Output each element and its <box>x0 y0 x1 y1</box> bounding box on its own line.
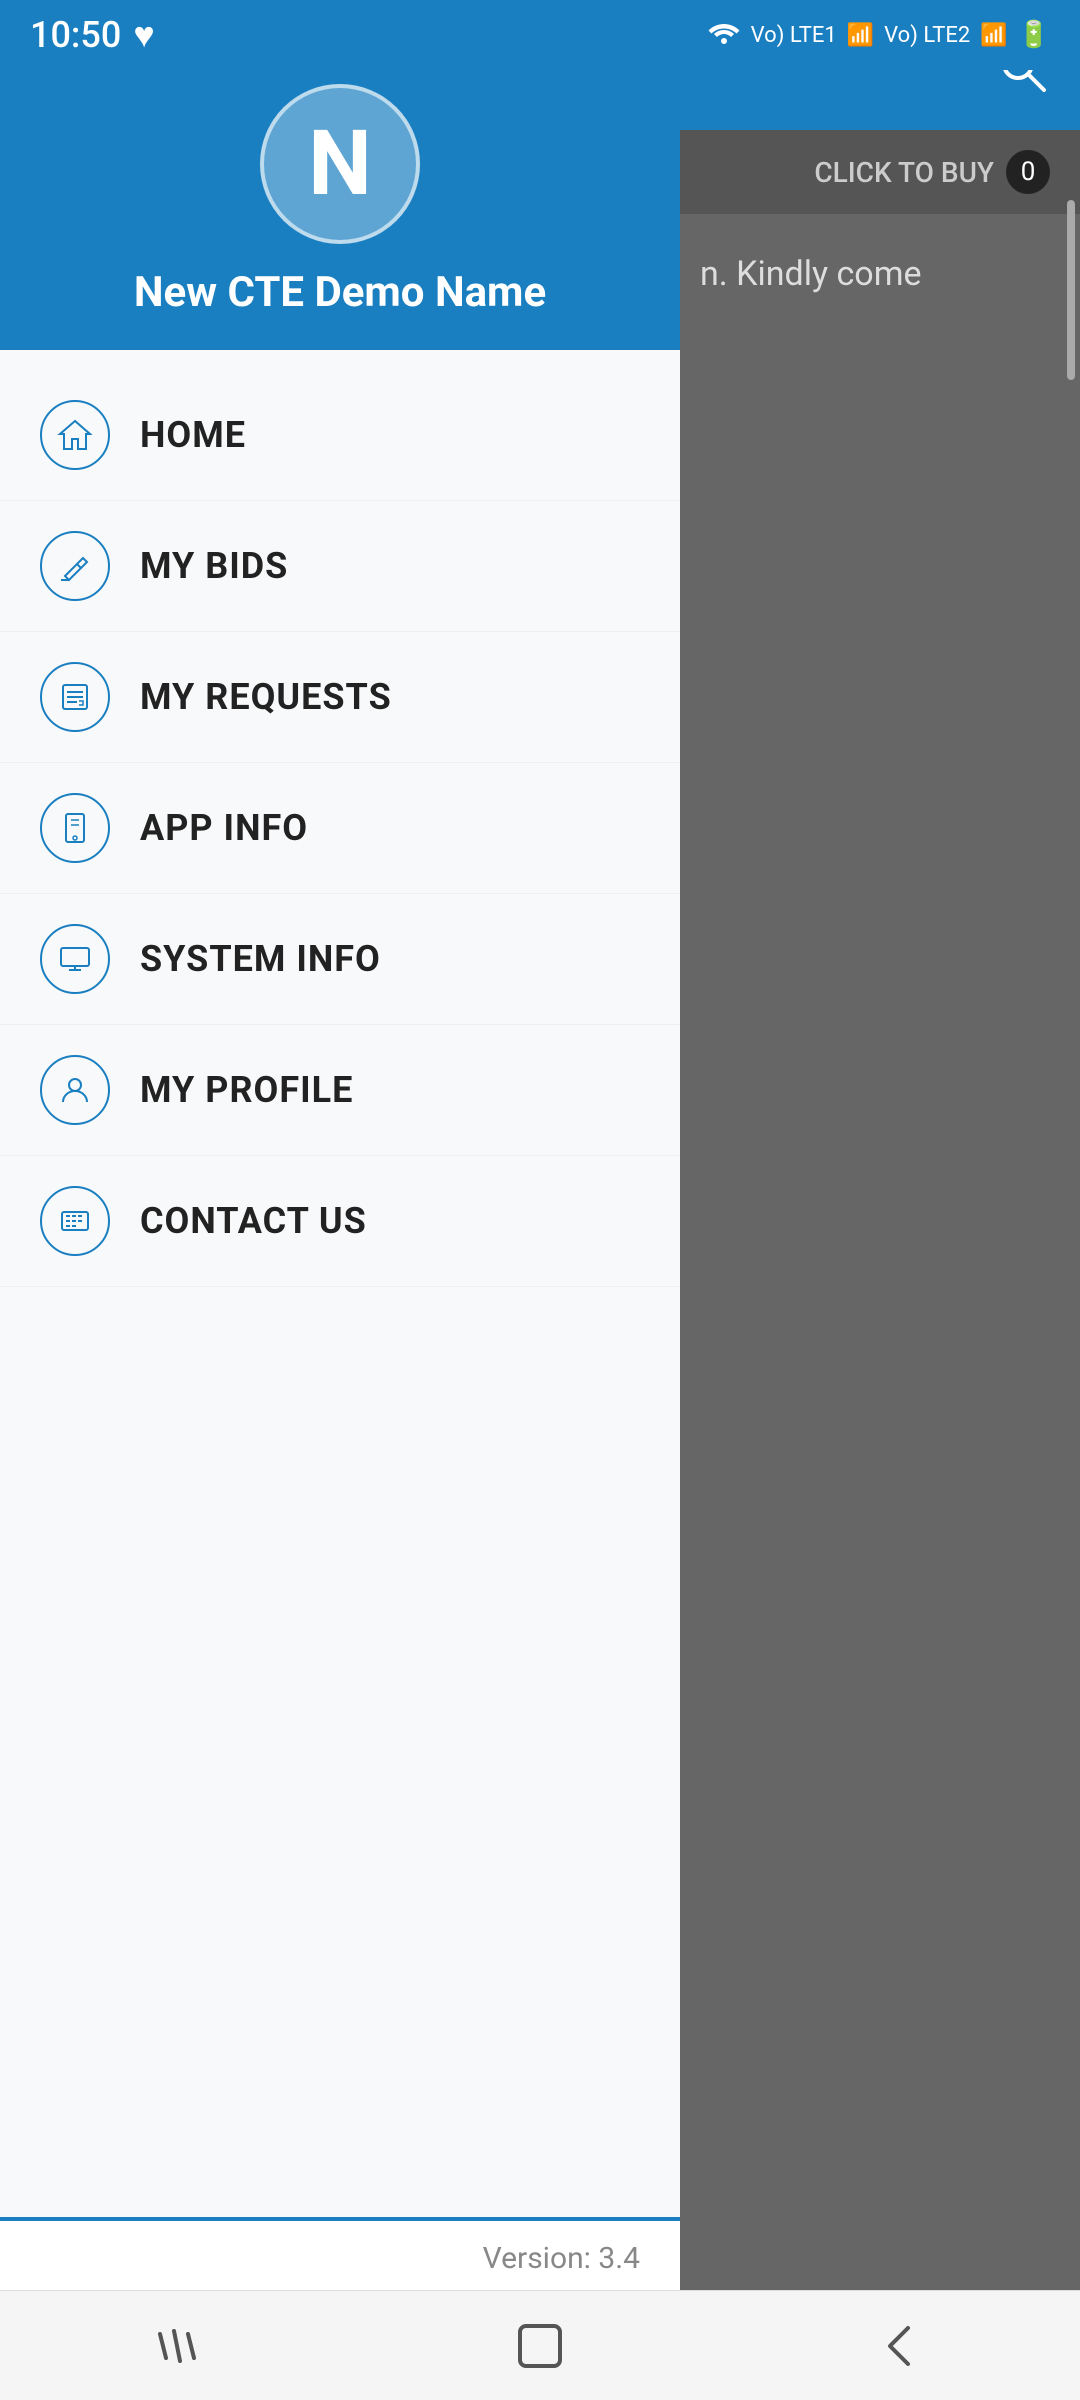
bottom-nav-menu[interactable] <box>140 2306 220 2386</box>
sidebar-item-home[interactable]: HOME <box>0 370 680 501</box>
status-bar: 10:50 ♥ Vo) LTE1 📶 Vo) LTE2 📶 🔋 <box>0 0 1080 70</box>
lte2-label: Vo) LTE2 <box>884 23 970 48</box>
app-info-label: APP INFO <box>140 807 308 849</box>
user-name: New CTE Demo Name <box>134 268 546 317</box>
system-info-label: SYSTEM INFO <box>140 938 381 980</box>
home-label: HOME <box>140 414 246 456</box>
scroll-indicator[interactable] <box>1067 200 1075 380</box>
click-to-buy-text: CLICK TO BUY <box>814 156 994 189</box>
sidebar-item-system-info[interactable]: SYSTEM INFO <box>0 894 680 1025</box>
main-content: CLICK TO BUY 0 n. Kindly come <box>680 0 1080 2400</box>
drawer-menu: HOME MY BIDS <box>0 350 680 2217</box>
my-bids-label: MY BIDS <box>140 545 288 587</box>
drawer: N New CTE Demo Name HOME MY BIDS <box>0 0 680 2400</box>
home-icon <box>40 400 110 470</box>
sidebar-item-my-profile[interactable]: MY PROFILE <box>0 1025 680 1156</box>
my-profile-label: MY PROFILE <box>140 1069 353 1111</box>
version-text: Version: 3.4 <box>40 2241 640 2276</box>
my-requests-label: MY REQUESTS <box>140 676 392 718</box>
requests-icon <box>40 662 110 732</box>
sidebar-item-my-bids[interactable]: MY BIDS <box>0 501 680 632</box>
bids-icon <box>40 531 110 601</box>
profile-icon <box>40 1055 110 1125</box>
avatar: N <box>260 84 420 244</box>
time-display: 10:50 <box>30 14 121 56</box>
contact-icon <box>40 1186 110 1256</box>
heart-icon: ♥ <box>133 14 154 56</box>
system-info-icon <box>40 924 110 994</box>
avatar-letter: N <box>308 111 372 216</box>
contact-us-label: CONTACT US <box>140 1200 367 1242</box>
sidebar-item-my-requests[interactable]: MY REQUESTS <box>0 632 680 763</box>
app-info-icon <box>40 793 110 863</box>
buy-count-badge: 0 <box>1006 150 1050 194</box>
bottom-nav-back[interactable] <box>860 2306 940 2386</box>
click-to-buy-bar[interactable]: CLICK TO BUY 0 <box>680 130 1080 214</box>
status-icons: Vo) LTE1 📶 Vo) LTE2 📶 🔋 <box>707 18 1050 53</box>
battery-icon: 🔋 <box>1018 20 1050 50</box>
buy-count: 0 <box>1021 157 1036 187</box>
sidebar-item-app-info[interactable]: APP INFO <box>0 763 680 894</box>
body-text: n. Kindly come <box>700 254 922 294</box>
signal2-icon: 📶 <box>980 23 1007 48</box>
sidebar-item-contact-us[interactable]: CONTACT US <box>0 1156 680 1287</box>
bottom-nav-home[interactable] <box>500 2306 580 2386</box>
main-body: n. Kindly come <box>680 214 1080 2400</box>
lte1-label: Vo) LTE1 <box>751 23 837 48</box>
signal1-icon: 📶 <box>847 23 874 48</box>
status-time: 10:50 ♥ <box>30 14 155 56</box>
bottom-nav <box>0 2290 1080 2400</box>
wifi-icon <box>707 18 741 53</box>
